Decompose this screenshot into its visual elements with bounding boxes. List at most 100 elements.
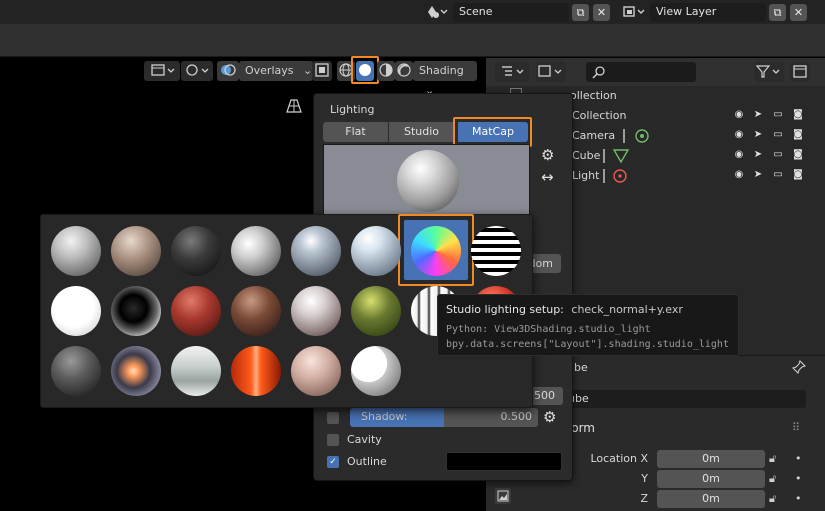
- outline-label: Outline: [347, 455, 387, 468]
- object-name-field[interactable]: ube: [560, 390, 806, 408]
- lighting-studio-button[interactable]: Studio: [389, 122, 454, 142]
- view-layer-selector-icon[interactable]: [621, 3, 647, 22]
- matcap-ceramic_dark[interactable]: [291, 226, 341, 276]
- shading-dropdown[interactable]: Shading ⌄: [413, 61, 477, 97]
- render-camera-icon[interactable]: ◙: [792, 149, 804, 161]
- render-camera-icon[interactable]: ◙: [792, 169, 804, 181]
- cavity-checkbox[interactable]: [327, 434, 339, 446]
- object-type-visibility-button[interactable]: [144, 61, 180, 81]
- monitor-icon[interactable]: ▭: [772, 109, 784, 121]
- matcap-basic_2[interactable]: [111, 226, 161, 276]
- matcap-toon[interactable]: [351, 346, 401, 396]
- solid-shading-button[interactable]: [356, 61, 374, 81]
- light-data-icon: [603, 169, 627, 183]
- eye-icon[interactable]: ◉: [733, 109, 745, 121]
- outliner-row-label: Camera: [572, 129, 616, 142]
- tooltip-title-line: Studio lighting setup: check_normal+y.ex…: [446, 303, 730, 316]
- gear-icon[interactable]: ⚙: [541, 146, 554, 164]
- keyframe-dot-icon[interactable]: •: [795, 472, 802, 485]
- monitor-icon[interactable]: ▭: [772, 169, 784, 181]
- mesh-data-icon: [603, 149, 630, 164]
- pin-icon[interactable]: [791, 359, 807, 375]
- new-collection-button[interactable]: [790, 62, 810, 82]
- scene-copy-button[interactable]: ⧉: [572, 4, 589, 21]
- location-x-label: Location X: [590, 452, 648, 465]
- matcap-clay_studio[interactable]: [231, 286, 281, 336]
- matcap-clay_muddy[interactable]: [171, 286, 221, 336]
- gizmo-toggle-button[interactable]: [181, 61, 213, 81]
- matcap-check_normal+y[interactable]: [411, 226, 461, 276]
- outliner-row-label: Light: [572, 169, 600, 182]
- outliner-search-input[interactable]: [586, 62, 696, 82]
- image-properties-tab-icon[interactable]: [495, 488, 511, 504]
- location-z-field[interactable]: 0m: [657, 490, 765, 508]
- outline-checkbox[interactable]: ✓: [327, 456, 339, 468]
- matcap-skin[interactable]: [291, 346, 341, 396]
- matcap-check_rim_light[interactable]: [51, 286, 101, 336]
- drag-handle-icon[interactable]: ⠿: [792, 421, 800, 434]
- matcap-ceramic_lightbulb[interactable]: [351, 226, 401, 276]
- camera-data-icon: [623, 129, 649, 143]
- matcap-preview[interactable]: [323, 144, 530, 216]
- matcap-metal_anisotropic[interactable]: [351, 286, 401, 336]
- matcap-check_rim_dark[interactable]: [471, 226, 521, 276]
- matcap-metal_shiny[interactable]: [51, 346, 101, 396]
- shadow-checkbox[interactable]: [327, 412, 339, 424]
- location-x-field[interactable]: 0m: [657, 450, 765, 468]
- matcap-basic_dark[interactable]: [171, 226, 221, 276]
- matcap-basic_1[interactable]: [51, 226, 101, 276]
- xray-toggle-button[interactable]: [312, 61, 332, 81]
- lock-icon[interactable]: 🔓︎: [769, 492, 776, 506]
- view-layer-name-field[interactable]: View Layer: [650, 3, 766, 22]
- render-camera-icon[interactable]: ◙: [792, 109, 804, 121]
- tooltip-python-path: bpy.data.screens["Layout"].shading.studi…: [446, 339, 729, 350]
- workspace-header: [0, 24, 825, 57]
- monitor-icon[interactable]: ▭: [772, 149, 784, 161]
- matcap-resin[interactable]: [231, 346, 281, 396]
- matcap-clay_brown[interactable]: [111, 286, 161, 336]
- matcap-pearl[interactable]: [111, 346, 161, 396]
- tooltip-python-line: Python: View3DShading.studio_light bpy.d…: [446, 322, 730, 352]
- lighting-matcap-button[interactable]: MatCap: [458, 122, 528, 142]
- select-arrow-icon[interactable]: ➤: [752, 169, 764, 181]
- scene-name-field[interactable]: Scene: [453, 3, 569, 22]
- grid-view-icon[interactable]: [285, 97, 303, 115]
- tooltip-title-value: check_normal+y.exr: [571, 303, 683, 316]
- overlays-icon[interactable]: [217, 61, 239, 81]
- scene-selector-icon[interactable]: [424, 3, 450, 22]
- shadow-settings-gear-icon[interactable]: ⚙: [543, 408, 556, 426]
- eye-icon[interactable]: ◉: [733, 149, 745, 161]
- view-options-button[interactable]: [536, 62, 566, 82]
- tooltip-title-prefix: Studio lighting setup:: [446, 303, 564, 316]
- shadow-slider[interactable]: Shadow: 0.500: [350, 408, 538, 427]
- select-arrow-icon[interactable]: ➤: [752, 149, 764, 161]
- render-camera-icon[interactable]: ◙: [792, 129, 804, 141]
- flip-horizontal-icon[interactable]: ↔: [541, 168, 554, 186]
- material-preview-button[interactable]: [377, 61, 395, 81]
- keyframe-dot-icon[interactable]: •: [795, 452, 802, 465]
- shading-label: Shading: [419, 64, 464, 77]
- monitor-icon[interactable]: ▭: [772, 129, 784, 141]
- lighting-flat-button[interactable]: Flat: [323, 122, 388, 142]
- overlays-dropdown[interactable]: Overlays ⌄: [239, 61, 313, 81]
- eye-icon[interactable]: ◉: [733, 129, 745, 141]
- location-y-field[interactable]: 0m: [657, 470, 765, 488]
- view-layer-close-button[interactable]: ✕: [790, 4, 807, 21]
- scene-close-button[interactable]: ✕: [593, 4, 610, 21]
- lock-icon[interactable]: 🔓︎: [769, 452, 776, 466]
- matcap-jade[interactable]: [291, 286, 341, 336]
- lock-icon[interactable]: 🔓︎: [769, 472, 776, 486]
- chevron-down-icon: ⌄: [303, 64, 313, 77]
- matcap-reflection_check_horizontal[interactable]: [171, 346, 221, 396]
- keyframe-dot-icon[interactable]: •: [795, 492, 802, 505]
- eye-icon[interactable]: ◉: [733, 169, 745, 181]
- rendered-shading-button[interactable]: [395, 61, 413, 81]
- select-arrow-icon[interactable]: ➤: [752, 109, 764, 121]
- outline-color-swatch[interactable]: [446, 452, 562, 471]
- display-mode-button[interactable]: [495, 62, 529, 82]
- filter-button[interactable]: [754, 62, 784, 82]
- select-arrow-icon[interactable]: ➤: [752, 129, 764, 141]
- view-layer-copy-button[interactable]: ⧉: [769, 4, 786, 21]
- matcap-basic_side[interactable]: [231, 226, 281, 276]
- location-y-label: Y: [641, 472, 648, 485]
